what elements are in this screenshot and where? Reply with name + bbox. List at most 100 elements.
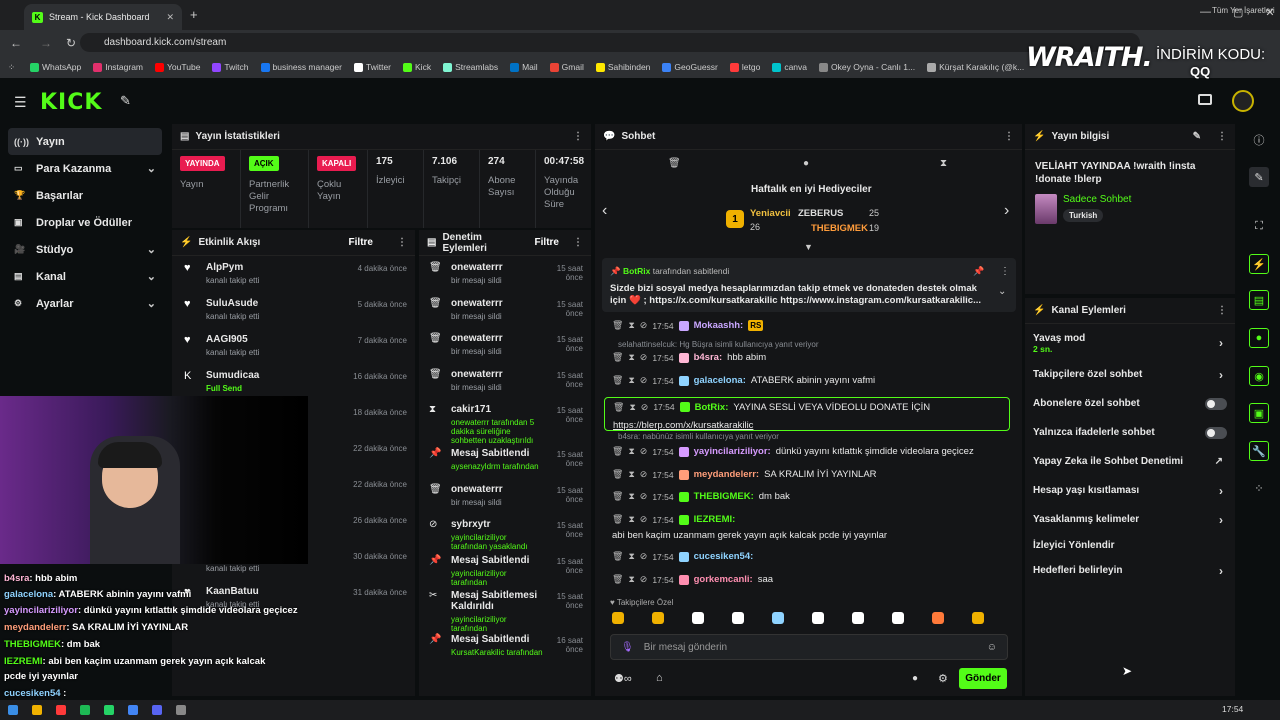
bookmark-item[interactable]: YouTube: [155, 62, 200, 72]
timeout-icon[interactable]: ⧗: [628, 514, 634, 525]
reload-icon[interactable]: ↻: [66, 36, 76, 50]
moderation-item[interactable]: 🗑 onewaterrr bir mesajı sildi 15 saat önce: [419, 363, 591, 399]
kick-logo[interactable]: KICK: [40, 90, 102, 115]
timeout-icon[interactable]: ⧗: [628, 375, 634, 386]
nav-item-1[interactable]: ▭ Para Kazanma ⌄: [8, 155, 162, 182]
more-icon[interactable]: ⋮: [1004, 131, 1014, 142]
users-icon[interactable]: ⚉∞: [614, 672, 632, 685]
delete-message-icon[interactable]: 🗑: [612, 491, 623, 502]
bookmark-item[interactable]: Kürşat Karakılıç (@k...: [927, 62, 1024, 72]
moderation-item[interactable]: ✂ Mesaj Sabitlemesi Kaldırıldı yayincilari…: [419, 584, 591, 633]
collapse-icon[interactable]: ▼: [804, 242, 813, 252]
forward-icon[interactable]: →: [40, 36, 52, 50]
message-username[interactable]: BotRix:: [695, 402, 729, 413]
chat-message[interactable]: 🗑 ⧗ ⊘ 17:54 BotRix: YAYINA SESLİ VEYA VİDEOLU…: [604, 397, 1010, 431]
nav-item-6[interactable]: ⚙ Ayarlar ⌄: [8, 290, 162, 317]
ban-icon[interactable]: ⊘: [640, 469, 648, 480]
bookmark-item[interactable]: WhatsApp: [30, 62, 81, 72]
emote-icon[interactable]: [972, 612, 984, 624]
delete-message-icon[interactable]: 🗑: [612, 469, 623, 480]
timeout-icon[interactable]: ⧗: [628, 574, 634, 585]
store-icon[interactable]: ⌂: [656, 672, 663, 684]
chat-message[interactable]: 🗑 ⧗ ⊘ 17:54 yayincilariziliyor: dünkü yayını …: [612, 446, 974, 457]
bookmark-item[interactable]: GeoGuessr: [662, 62, 718, 72]
channel-action-item[interactable]: Hedefleri belirleyin ›: [1025, 556, 1235, 585]
moderation-item[interactable]: 🗑 onewaterrr bir mesajı sildi 15 saat önce: [419, 292, 591, 328]
channel-action-item[interactable]: Yasaklanmış kelimeler ›: [1025, 505, 1235, 534]
send-button[interactable]: Gönder: [959, 668, 1007, 689]
delete-message-icon[interactable]: 🗑: [612, 375, 623, 386]
timeout-icon[interactable]: ⧗: [628, 352, 634, 363]
edit-icon[interactable]: ✎: [1193, 131, 1201, 142]
moderation-item[interactable]: 📌 Mesaj Sabitlendi KursatKarakilic tarafın…: [419, 628, 591, 664]
ban-icon[interactable]: ⊘: [640, 352, 648, 363]
taskbar-app-icon[interactable]: [32, 705, 42, 715]
gear-icon[interactable]: ⚙: [938, 672, 948, 685]
pin-icon[interactable]: 📌: [973, 266, 984, 277]
chevron-down-icon[interactable]: ⌄: [147, 297, 156, 310]
tag-badge[interactable]: Turkish: [1063, 209, 1104, 222]
bookmark-item[interactable]: Twitter: [353, 62, 391, 72]
chat-message[interactable]: 🗑 ⧗ ⊘ 17:54 gorkemcanli: saa: [612, 574, 773, 585]
next-arrow-icon[interactable]: ›: [1004, 202, 1009, 220]
channel-action-item[interactable]: Takipçilere özel sohbet ›: [1025, 360, 1235, 389]
ban-icon[interactable]: ⊘: [640, 551, 648, 562]
bookmark-item[interactable]: Sahibinden: [595, 62, 650, 72]
delete-message-icon[interactable]: 🗑: [612, 352, 623, 363]
message-username[interactable]: yayincilariziliyor:: [694, 446, 771, 457]
channel-action-item[interactable]: Abonelere özel sohbet: [1025, 389, 1235, 418]
emote-icon[interactable]: [932, 612, 944, 624]
taskbar-app-icon[interactable]: [80, 705, 90, 715]
bookmark-item[interactable]: Okey Oyna - Canlı 1...: [819, 62, 915, 72]
info-icon[interactable]: ⓘ: [1249, 130, 1269, 150]
ban-icon[interactable]: ⊘: [640, 514, 648, 525]
tools-icon[interactable]: ✎: [120, 93, 131, 109]
delete-message-icon[interactable]: 🗑: [612, 551, 623, 562]
chat-message[interactable]: 🗑 ⧗ ⊘ 17:54 THEBIGMEK: dm bak: [612, 491, 790, 502]
more-widgets-icon[interactable]: ⁘: [1249, 478, 1269, 498]
hourglass-icon[interactable]: ⧗: [940, 158, 947, 169]
minimize-icon[interactable]: —: [1200, 6, 1211, 19]
nav-item-4[interactable]: 🎥 Stüdyo ⌄: [8, 236, 162, 263]
chat-message[interactable]: 🗑 ⧗ ⊘ 17:54 b4sra: hbb abim: [612, 352, 766, 363]
chat-message[interactable]: 🗑 ⧗ ⊘ 17:54 Mokaashh: RS: [612, 320, 764, 331]
emote-icon[interactable]: [652, 612, 664, 624]
bookmark-item[interactable]: canva: [772, 62, 807, 72]
ban-icon[interactable]: ⊘: [640, 574, 648, 585]
chat-message[interactable]: 🗑 ⧗ ⊘ 17:54 meydandelerr: SA KRALIM İYİ YAYIN…: [612, 469, 877, 480]
emoji-icon[interactable]: ☺: [987, 642, 997, 653]
ban-icon[interactable]: ⊘: [640, 491, 648, 502]
nav-item-2[interactable]: 🏆 Başarılar: [8, 182, 162, 209]
chevron-down-icon[interactable]: ⌄: [147, 162, 156, 175]
message-username[interactable]: cucesiken54:: [694, 551, 754, 562]
activity-filter-button[interactable]: Filtre: [349, 237, 373, 248]
activity-item[interactable]: K Sumudicaa Full Send 16 dakika önce: [172, 364, 415, 400]
document-icon[interactable]: ▤: [1249, 290, 1269, 310]
channel-action-item[interactable]: Yalnızca ifadelerle sohbet: [1025, 418, 1235, 447]
bookmark-item[interactable]: Streamlabs: [443, 62, 498, 72]
more-icon[interactable]: ⋮: [397, 237, 407, 248]
taskbar-app-icon[interactable]: [56, 705, 66, 715]
chat-input[interactable]: 🎙 Bir mesaj gönderin ☺: [610, 634, 1008, 660]
delete-message-icon[interactable]: 🗑: [613, 402, 624, 413]
message-link[interactable]: https://blerp.com/x/kursatkarakilic: [613, 420, 1001, 431]
ban-icon[interactable]: ⊘: [640, 375, 648, 386]
timeout-icon[interactable]: ⧗: [629, 402, 635, 413]
bookmark-item[interactable]: Mail: [510, 62, 538, 72]
more-icon[interactable]: ⋮: [573, 237, 583, 248]
moderation-item[interactable]: 📌 Mesaj Sabitlendi yayincilariziliyor tara…: [419, 549, 591, 587]
chevron-down-icon[interactable]: ⌄: [147, 270, 156, 283]
toggle-switch[interactable]: [1205, 397, 1227, 410]
moderation-item[interactable]: 📌 Mesaj Sabitlendi aysenazyldrm tarafından…: [419, 442, 591, 478]
external-link-icon[interactable]: ↗: [1215, 456, 1223, 467]
chat-icon[interactable]: ●: [1249, 328, 1269, 348]
message-username[interactable]: Mokaashh:: [694, 320, 744, 331]
timeout-icon[interactable]: ⧗: [628, 491, 634, 502]
moderation-item[interactable]: 🗑 onewaterrr bir mesajı sildi 15 saat önce: [419, 478, 591, 514]
ban-icon[interactable]: ⊘: [640, 446, 648, 457]
message-username[interactable]: galacelona:: [694, 375, 746, 386]
nav-item-0[interactable]: ((·)) Yayın: [8, 128, 162, 155]
message-username[interactable]: THEBIGMEK:: [694, 491, 754, 502]
broadcast-icon[interactable]: ◉: [1249, 366, 1269, 386]
activity-item[interactable]: ♥ AlpPym kanalı takip etti 4 dakika önce: [172, 256, 415, 292]
